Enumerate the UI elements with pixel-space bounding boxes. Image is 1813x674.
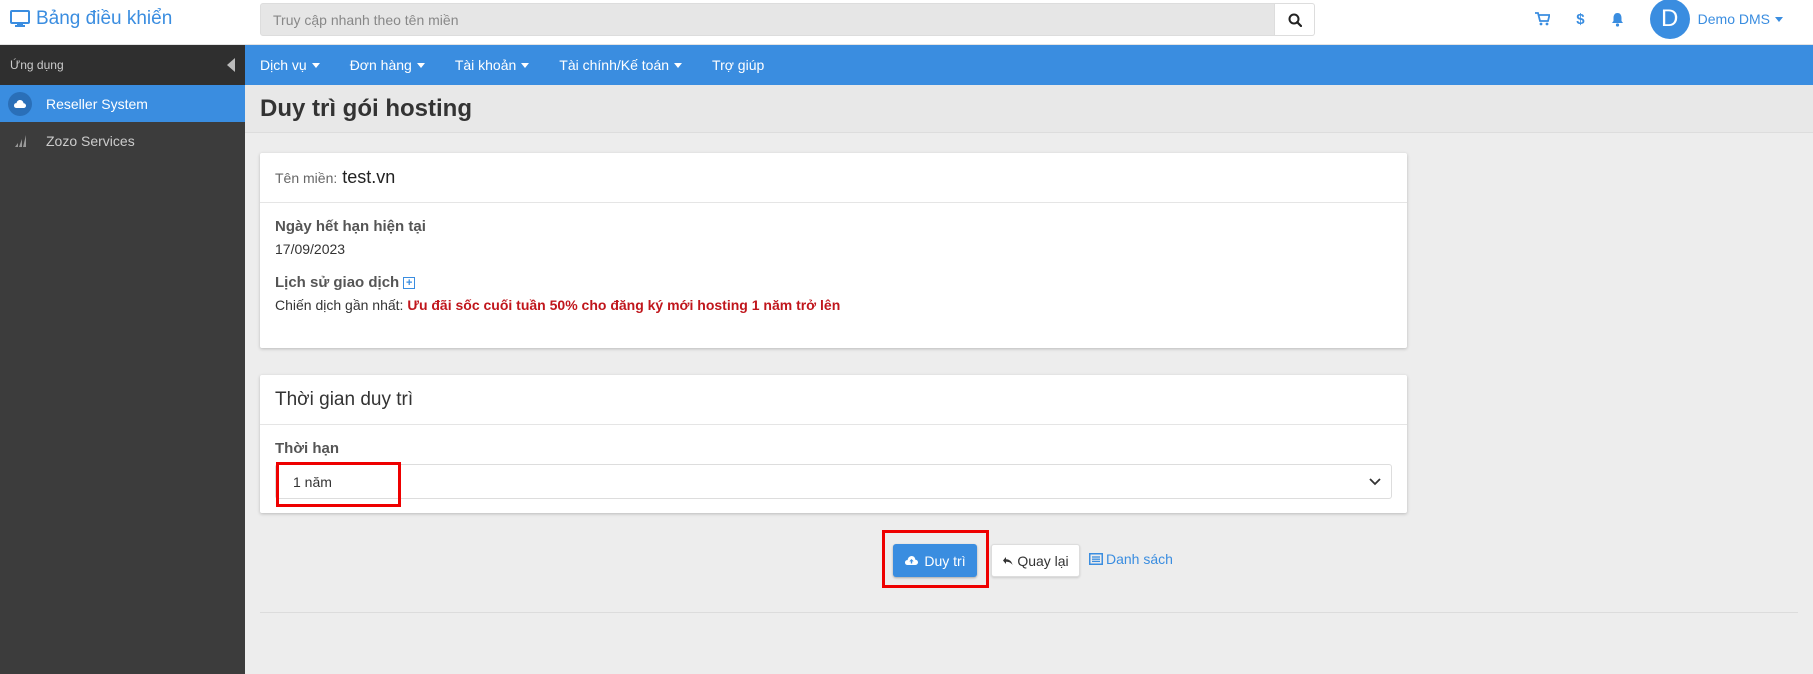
collapse-sidebar-icon[interactable] — [227, 58, 235, 72]
hosting-info-card: Tên miền: test.vn Ngày hết hạn hiện tại … — [260, 153, 1407, 348]
term-label: Thời hạn — [275, 440, 339, 457]
search-input[interactable] — [260, 3, 1275, 36]
campaign-prefix: Chiến dịch gần nhất: — [275, 297, 404, 313]
monitor-icon — [10, 10, 30, 27]
sidebar-item-zozo-services[interactable]: Zozo Services — [0, 122, 245, 159]
chevron-down-icon — [1369, 477, 1381, 485]
balance-button[interactable]: $ — [1576, 11, 1584, 28]
notifications-button[interactable] — [1611, 12, 1624, 27]
divider — [260, 612, 1798, 613]
brand-label: Bảng điều khiển — [36, 8, 173, 29]
user-name: Demo DMS — [1697, 11, 1770, 27]
domain-header: Tên miền: test.vn — [260, 153, 1407, 203]
sidebar: Ứng dụng Reseller System Zozo Services — [0, 45, 245, 674]
search-button[interactable] — [1275, 3, 1315, 36]
chevron-down-icon — [674, 62, 683, 68]
chevron-down-icon — [1775, 16, 1783, 22]
sidebar-header: Ứng dụng — [0, 45, 245, 85]
brand-link[interactable]: Bảng điều khiển — [10, 8, 172, 30]
list-link[interactable]: Danh sách — [1089, 551, 1173, 567]
back-button[interactable]: Quay lại — [991, 544, 1080, 577]
cart-icon — [1535, 12, 1551, 26]
chevron-down-icon — [521, 62, 530, 68]
nav-services[interactable]: Dịch vụ — [260, 57, 320, 73]
sidebar-title: Ứng dụng — [10, 58, 64, 72]
renewal-term-card: Thời gian duy trì Thời hạn 1 năm — [260, 375, 1407, 513]
quick-search — [260, 3, 1315, 36]
chevron-down-icon — [311, 62, 320, 68]
domain-label: Tên miền: — [275, 169, 338, 186]
cloud-upload-icon — [905, 556, 919, 565]
nav-label: Tài khoản — [454, 57, 517, 73]
reply-arrow-icon — [1003, 556, 1013, 565]
sidebar-item-reseller-system[interactable]: Reseller System — [0, 85, 245, 122]
renew-button[interactable]: Duy trì — [893, 544, 977, 577]
history-label: Lịch sử giao dịch — [275, 274, 400, 291]
top-right-actions: $ D Demo DMS — [1509, 0, 1783, 39]
bar-chart-icon — [8, 129, 32, 153]
avatar[interactable]: D — [1649, 0, 1690, 39]
renewal-term-title: Thời gian duy trì — [275, 388, 414, 410]
avatar-letter: D — [1660, 5, 1679, 32]
campaign-name: Ưu đãi sốc cuối tuần 50% cho đăng ký mới… — [407, 297, 841, 313]
top-bar: Bảng điều khiển $ D — [0, 0, 1813, 45]
renewal-term-header: Thời gian duy trì — [260, 375, 1407, 425]
list-icon — [1089, 553, 1103, 565]
nav-orders[interactable]: Đơn hàng — [350, 57, 425, 73]
page-title-bar: Duy trì gói hosting — [245, 85, 1813, 133]
search-icon — [1288, 13, 1302, 27]
domain-value: test.vn — [342, 167, 396, 187]
nav-label: Tài chính/Kế toán — [559, 57, 670, 73]
nav-label: Dịch vụ — [260, 57, 307, 73]
term-select[interactable]: 1 năm — [275, 464, 1392, 499]
expiry-label: Ngày hết hạn hiện tại — [275, 218, 426, 235]
sidebar-item-label: Zozo Services — [46, 132, 135, 149]
user-menu[interactable]: Demo DMS — [1698, 11, 1783, 27]
back-button-label: Quay lại — [1017, 552, 1069, 569]
expand-history-icon[interactable]: + — [403, 277, 416, 290]
nav-help[interactable]: Trợ giúp — [712, 57, 764, 73]
list-link-label: Danh sách — [1106, 551, 1173, 567]
nav-label: Đơn hàng — [349, 57, 412, 73]
chevron-down-icon — [416, 62, 425, 68]
cloud-icon — [8, 91, 32, 116]
nav-finance[interactable]: Tài chính/Kế toán — [559, 57, 683, 73]
campaign-line: Chiến dịch gần nhất: Ưu đãi sốc cuối tuầ… — [275, 297, 1392, 313]
nav-account[interactable]: Tài khoản — [454, 57, 530, 73]
hosting-info-body: Ngày hết hạn hiện tại 17/09/2023 Lịch sử… — [260, 203, 1407, 328]
dollar-icon: $ — [1576, 10, 1585, 28]
expiry-value: 17/09/2023 — [275, 241, 346, 257]
term-select-highlight — [276, 462, 401, 507]
renew-button-label: Duy trì — [924, 552, 966, 569]
nav-label: Trợ giúp — [712, 57, 765, 73]
cart-button[interactable] — [1535, 12, 1551, 26]
sidebar-item-label: Reseller System — [46, 95, 148, 112]
page-title: Duy trì gói hosting — [260, 94, 472, 122]
bell-icon — [1611, 12, 1623, 27]
history-label-row: Lịch sử giao dịch + — [275, 274, 1392, 291]
main-nav: Dịch vụ Đơn hàng Tài khoản Tài chính/Kế … — [245, 45, 1813, 85]
